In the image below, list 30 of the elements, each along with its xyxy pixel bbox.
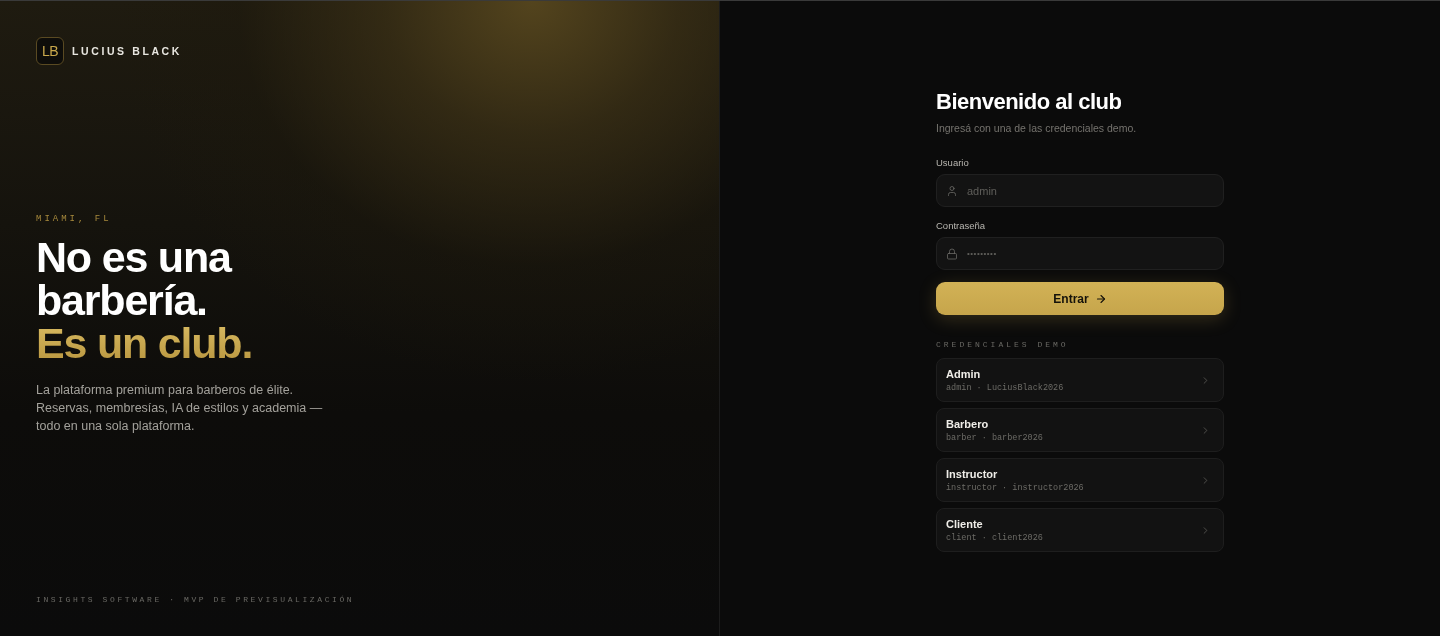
lock-icon — [946, 247, 958, 260]
credential-card[interactable]: Barbero barber · barber2026 — [936, 408, 1224, 452]
credentials-text: instructor · instructor2026 — [946, 482, 1084, 493]
logo-monogram: LB — [36, 37, 64, 65]
username-field[interactable]: admin — [936, 174, 1224, 207]
role-name: Admin — [946, 367, 981, 380]
credentials-text: client · client2026 — [946, 532, 1043, 543]
password-field[interactable]: ••••••••• — [936, 237, 1224, 270]
role-name: Cliente — [946, 517, 983, 530]
headline-text: No es una — [36, 236, 231, 279]
field-label: Contraseña — [936, 220, 986, 231]
submit-button[interactable]: Entrar — [936, 282, 1224, 315]
credentials-text: barber · barber2026 — [946, 432, 1043, 443]
field-label: Usuario — [936, 157, 969, 168]
credential-card[interactable]: Instructor instructor · instructor2026 — [936, 458, 1224, 502]
headline-text: barbería. — [36, 279, 207, 322]
credential-card[interactable]: Admin admin · LuciusBlack2026 — [936, 358, 1224, 402]
user-icon — [946, 184, 958, 197]
role-name: Barbero — [946, 417, 989, 430]
credential-card[interactable]: Cliente client · client2026 — [936, 508, 1224, 552]
login-title: Bienvenido al club — [936, 89, 1122, 115]
role-name: Instructor — [946, 467, 998, 480]
credentials-text: admin · LuciusBlack2026 — [946, 382, 1064, 393]
arrow-right-icon — [1094, 292, 1107, 305]
brand-name: LUCIUS BLACK — [72, 45, 182, 57]
footer-text: INSIGHTS SOFTWARE · MVP DE PREVISUALIZACIÓN — [36, 595, 355, 604]
login-subtitle: Ingresá con una de las credenciales demo. — [936, 122, 1137, 134]
hero-description: La plataforma premium para barberos de élite. Reservas, membresías, IA de estilos y academia — todo en una sola plataforma. — [36, 382, 324, 435]
location-label: MIAMI, FL — [36, 214, 112, 224]
section-heading: CREDENCIALES DEMO — [936, 340, 1069, 349]
